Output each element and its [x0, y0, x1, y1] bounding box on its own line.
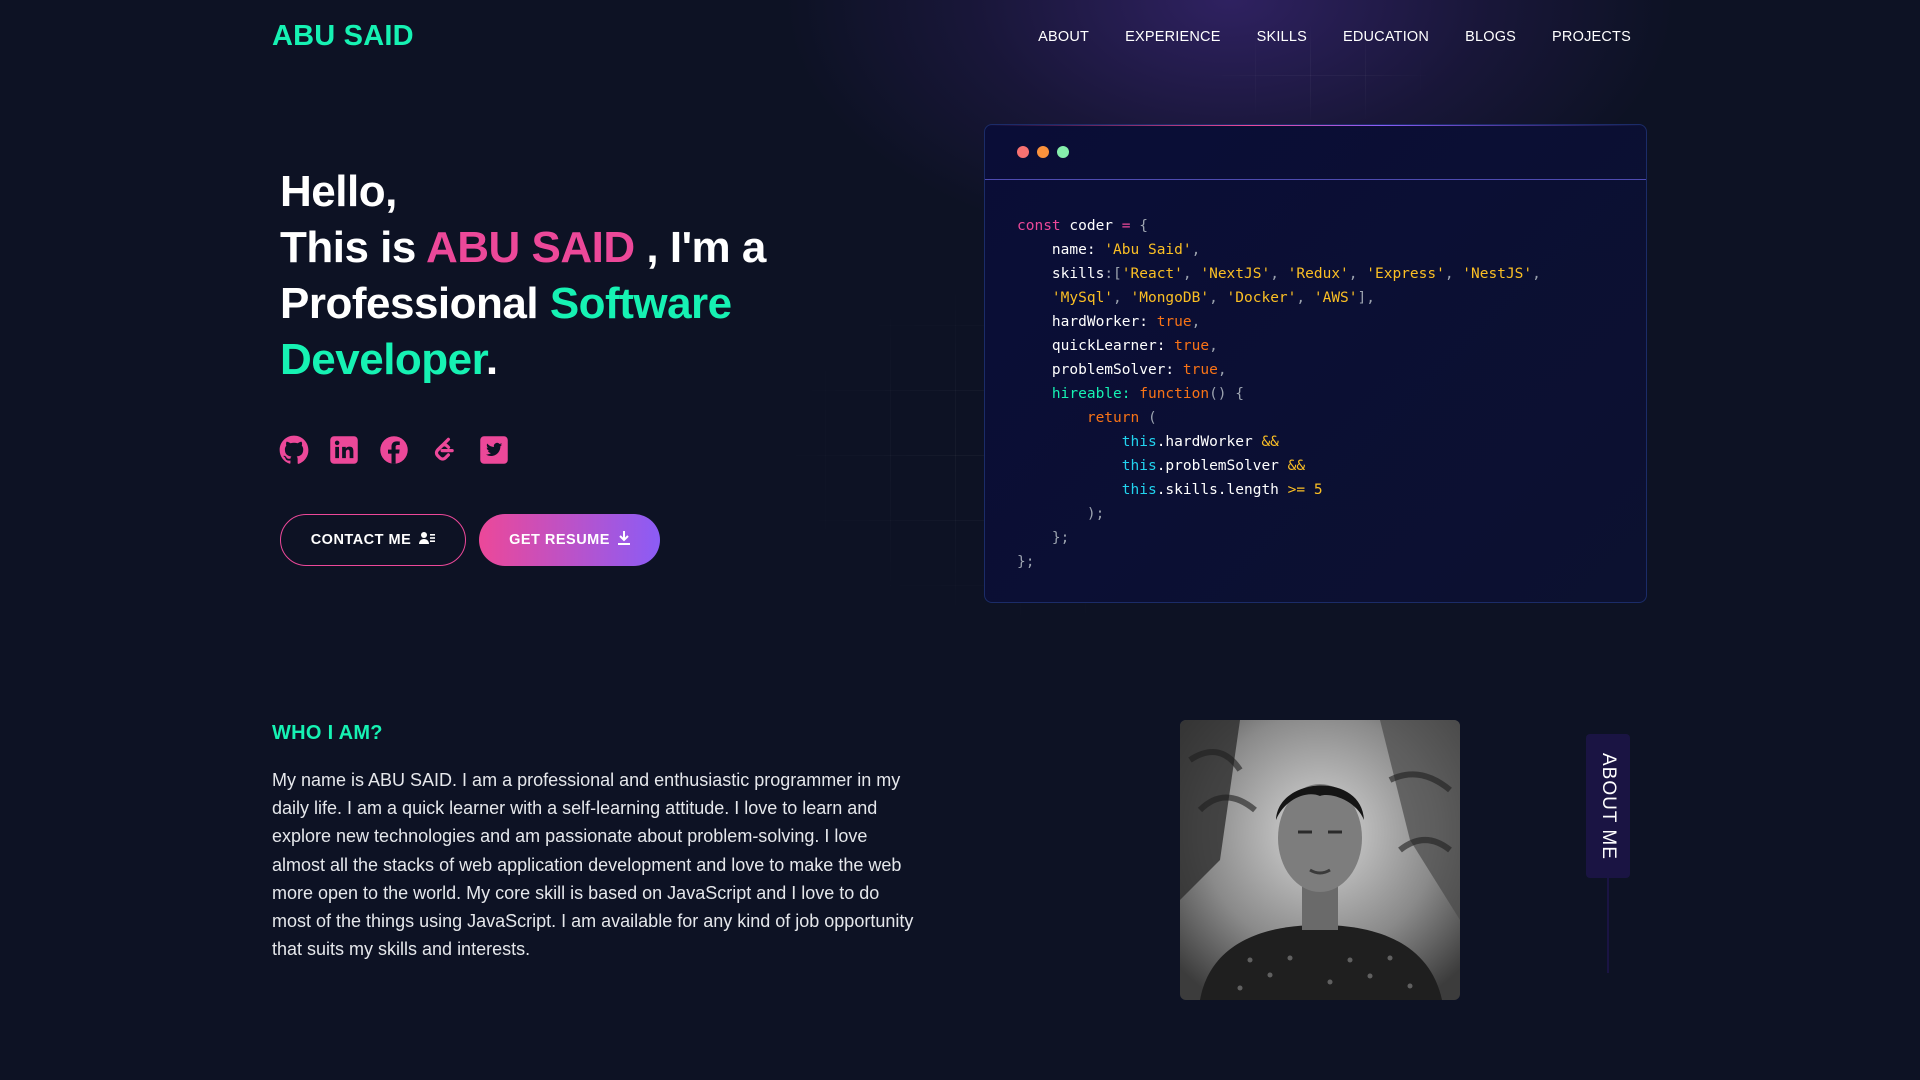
code-window-header — [985, 125, 1646, 180]
orange-dot-icon — [1037, 146, 1049, 158]
nav-blogs[interactable]: BLOGS — [1465, 29, 1516, 45]
nav-about[interactable]: ABOUT — [1038, 29, 1089, 45]
about-me-divider — [1607, 878, 1609, 973]
who-i-am-heading: WHO I AM? — [272, 722, 383, 744]
github-icon[interactable] — [279, 435, 309, 465]
user-icon — [419, 531, 436, 549]
facebook-icon[interactable] — [379, 435, 409, 465]
twitter-icon[interactable] — [479, 435, 509, 465]
linkedin-icon[interactable] — [329, 435, 359, 465]
get-resume-label: GET RESUME — [509, 532, 610, 548]
contact-me-label: CONTACT ME — [310, 532, 412, 548]
red-dot-icon — [1017, 146, 1029, 158]
social-links — [279, 435, 509, 465]
hero-this-is: This is — [280, 223, 416, 272]
leetcode-icon[interactable] — [429, 435, 459, 465]
who-i-am-text: My name is ABU SAID. I am a professional… — [272, 770, 914, 960]
hero-name: ABU SAID — [425, 223, 635, 272]
nav-projects[interactable]: PROJECTS — [1552, 29, 1631, 45]
nav-education[interactable]: EDUCATION — [1343, 29, 1429, 45]
about-me-label: ABOUT ME — [1598, 752, 1619, 860]
get-resume-button[interactable]: GET RESUME — [479, 514, 660, 566]
green-dot-icon — [1057, 146, 1069, 158]
hero-developer: Developer — [280, 335, 486, 384]
hero-software: Software — [549, 279, 732, 328]
hero-professional: Professional — [280, 279, 539, 328]
nav-skills[interactable]: SKILLS — [1257, 29, 1307, 45]
main-nav: ABOUT EXPERIENCE SKILLS EDUCATION BLOGS … — [1038, 29, 1631, 45]
code-snippet: const coder = { name: 'Abu Said', skills… — [1017, 218, 1541, 570]
hero-heading: Hello, This is ABU SAID , I'm a Professi… — [280, 164, 840, 388]
hero-period: . — [485, 335, 498, 384]
about-me-tab[interactable]: ABOUT ME — [1586, 734, 1630, 878]
contact-me-button[interactable]: CONTACT ME — [280, 514, 466, 566]
code-window-topline — [985, 125, 1646, 126]
brand-logo[interactable]: ABU SAID — [272, 20, 414, 53]
code-window: const coder = { name: 'Abu Said', skills… — [984, 124, 1647, 603]
profile-photo — [1180, 720, 1460, 1000]
download-icon — [617, 531, 630, 549]
nav-experience[interactable]: EXPERIENCE — [1125, 29, 1220, 45]
hero-im-a: , I'm a — [646, 223, 766, 272]
hero-hello: Hello, — [280, 167, 397, 216]
